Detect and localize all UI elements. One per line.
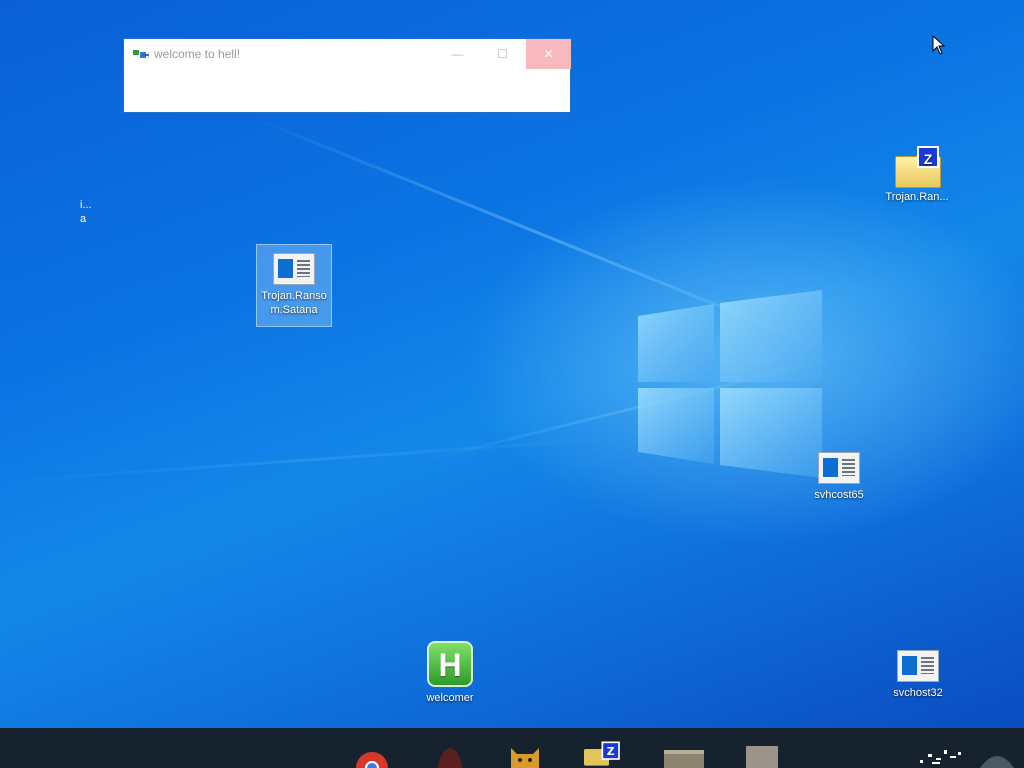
welcome-window[interactable]: welcome to hell! — ☐ ✕ <box>123 38 571 113</box>
application-window-icon <box>273 253 315 285</box>
maximize-button[interactable]: ☐ <box>480 39 525 69</box>
stray-text: i... <box>80 199 92 211</box>
desktop-icon-trojan-ransom-satana[interactable]: Trojan.Ransom.Satana <box>256 244 332 327</box>
windows-logo-wallpaper <box>638 290 822 478</box>
minimize-icon: — <box>451 47 464 61</box>
window-title: welcome to hell! <box>154 47 241 61</box>
application-window-icon <box>818 452 860 484</box>
maximize-icon: ☐ <box>497 47 508 61</box>
cat-app-icon[interactable] <box>505 740 545 768</box>
window-app-icon[interactable] <box>662 740 706 768</box>
desktop-icon-svhcost65[interactable]: svhcost65 <box>801 452 877 502</box>
application-window-icon <box>897 650 939 682</box>
network-icon[interactable] <box>978 742 1016 768</box>
app-icon <box>133 50 149 58</box>
window-titlebar[interactable]: welcome to hell! — ☐ ✕ <box>124 39 571 69</box>
file-icon[interactable] <box>744 740 780 768</box>
desktop-icon-trojan-ran-zip[interactable]: Z Trojan.Ran... <box>879 146 955 204</box>
taskbar: Z <box>0 728 1024 768</box>
svg-text:Z: Z <box>607 745 615 758</box>
desktop: welcome to hell! — ☐ ✕ i... a Trojan.Ran… <box>0 0 1024 728</box>
zip-folder-icon[interactable]: Z <box>584 740 624 768</box>
zip-folder-icon: Z <box>893 146 941 188</box>
desktop-icon-label: Trojan.Ran... <box>885 191 949 203</box>
red-app-icon[interactable] <box>430 740 470 768</box>
light-beam <box>0 435 639 483</box>
desktop-icon-label: welcomer <box>426 692 474 704</box>
desktop-icon-label: svhcost65 <box>814 489 864 501</box>
desktop-icon-welcomer[interactable]: H welcomer <box>412 641 488 705</box>
minimize-button[interactable]: — <box>435 39 480 69</box>
chrome-icon[interactable] <box>352 740 392 768</box>
close-icon: ✕ <box>543 47 554 61</box>
desktop-icon-svchost32[interactable]: svchost32 <box>880 650 956 700</box>
close-button[interactable]: ✕ <box>526 39 571 69</box>
hta-app-icon: H <box>427 641 473 687</box>
desktop-icon-label: Trojan.Ransom.Satana <box>261 290 327 316</box>
desktop-icon-label: svchost32 <box>893 687 943 699</box>
mouse-cursor-icon <box>932 35 946 55</box>
tray-glitch-icon <box>920 750 961 764</box>
stray-text: a <box>80 213 87 225</box>
